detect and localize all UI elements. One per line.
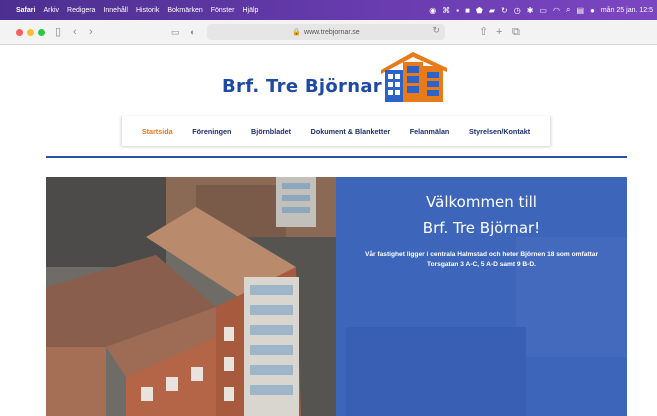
- menu-bokmarken[interactable]: Bokmärken: [167, 7, 202, 14]
- nav-styrelsen-kontakt[interactable]: Styrelsen/Kontakt: [469, 127, 530, 136]
- spotlight-search-icon[interactable]: ⌕: [566, 5, 570, 15]
- extensions-icon[interactable]: ⌘: [442, 6, 450, 15]
- screen-record-icon[interactable]: ◉: [429, 6, 436, 15]
- clock-icon[interactable]: ◷: [514, 6, 521, 15]
- menu-historik[interactable]: Historik: [136, 7, 159, 14]
- address-bar-url: www.trebjornar.se: [304, 28, 360, 36]
- shield-icon[interactable]: ⬟: [476, 6, 483, 15]
- building-logo-icon: [381, 52, 447, 102]
- chat-icon[interactable]: ▰: [489, 6, 495, 15]
- address-bar[interactable]: 🔒 www.trebjornar.se ↻: [207, 24, 445, 40]
- new-tab-icon[interactable]: +: [496, 24, 502, 40]
- nav-startsida[interactable]: Startsida: [142, 127, 173, 136]
- menu-bar-clock[interactable]: mån 25 jan. 12:5: [601, 7, 653, 14]
- site-logo-text: Brf. Tre Björnar: [222, 76, 382, 97]
- close-window-button[interactable]: [16, 29, 23, 36]
- sidebar-icon[interactable]: ▯: [55, 24, 61, 40]
- menu-innehall[interactable]: Innehåll: [103, 7, 128, 14]
- hero-description: Vår fastighet ligger i centrala Halmstad…: [364, 251, 599, 268]
- tab-overview-icon[interactable]: ⧉: [512, 24, 520, 40]
- share-icon[interactable]: ⇧: [479, 24, 488, 40]
- back-arrow-icon[interactable]: ‹: [73, 24, 77, 40]
- hero-section: Välkommen till Brf. Tre Björnar! Vår fas…: [46, 177, 627, 416]
- battery-icon[interactable]: ▭: [539, 6, 547, 15]
- lock-icon: 🔒: [292, 29, 302, 36]
- bluetooth-icon[interactable]: ✱: [527, 6, 534, 15]
- privacy-report-icon[interactable]: ◐: [190, 24, 195, 40]
- zoom-window-button[interactable]: [38, 29, 45, 36]
- menu-bar-status-area: ◉ ⌘ ▪ ■ ⬟ ▰ ↻ ◷ ✱ ▭ ◠ ⌕ ▤ ● mån 25 jan. …: [429, 0, 653, 20]
- menu-redigera[interactable]: Redigera: [67, 7, 95, 14]
- nav-bjornbladet[interactable]: Björnbladet: [251, 127, 291, 136]
- nav-dokument-blanketter[interactable]: Dokument & Blanketter: [311, 127, 390, 136]
- wifi-icon[interactable]: ◠: [553, 6, 560, 15]
- sync-icon[interactable]: ↻: [501, 6, 508, 15]
- macos-menu-bar: Safari Arkiv Redigera Innehåll Historik …: [0, 0, 657, 20]
- menu-hjalp[interactable]: Hjälp: [242, 7, 258, 14]
- main-navigation: Startsida Föreningen Björnbladet Dokumen…: [121, 116, 551, 146]
- camera-icon[interactable]: ▪: [456, 6, 459, 15]
- forward-arrow-icon[interactable]: ›: [89, 24, 93, 40]
- browser-toolbar: ▯ ‹ › ▭ ◐ 🔒 www.trebjornar.se ↻ ⇧ + ⧉: [0, 20, 657, 45]
- menu-arkiv[interactable]: Arkiv: [43, 7, 59, 14]
- header-divider: [46, 156, 627, 158]
- hero-title-line2: Brf. Tre Björnar!: [422, 219, 541, 237]
- menu-fonster[interactable]: Fönster: [211, 7, 235, 14]
- site-logo[interactable]: Brf. Tre Björnar: [222, 46, 448, 104]
- minimize-window-button[interactable]: [27, 29, 34, 36]
- app-status-icon[interactable]: ■: [465, 6, 470, 15]
- reload-icon[interactable]: ↻: [432, 25, 440, 36]
- control-center-icon[interactable]: ▤: [576, 6, 584, 15]
- menu-app-name[interactable]: Safari: [16, 7, 35, 14]
- nav-foreningen[interactable]: Föreningen: [192, 127, 231, 136]
- siri-icon[interactable]: ●: [590, 6, 595, 15]
- reader-view-icon[interactable]: ▭: [171, 24, 180, 40]
- hero-title-line1: Välkommen till: [426, 193, 537, 211]
- hero-text-overlay: [336, 177, 627, 416]
- nav-felanmalan[interactable]: Felanmälan: [410, 127, 450, 136]
